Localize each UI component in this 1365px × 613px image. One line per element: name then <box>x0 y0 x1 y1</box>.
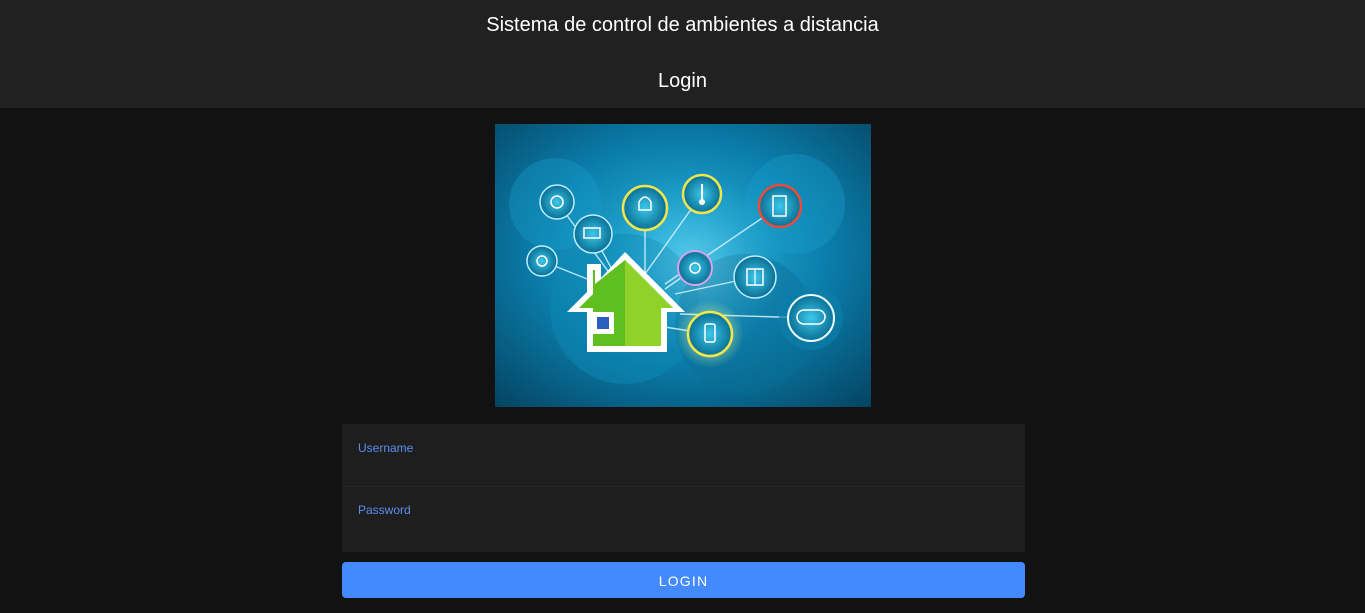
node-window <box>733 255 777 299</box>
login-form: Username Password <box>342 424 1025 552</box>
page-title: Login <box>658 70 707 92</box>
node-bulb <box>621 184 669 232</box>
node-camera <box>573 214 613 254</box>
login-button[interactable]: LOGIN <box>342 562 1025 598</box>
username-input[interactable] <box>358 458 1008 480</box>
node-wifi <box>677 250 713 286</box>
node-thermometer <box>681 173 723 215</box>
node-fan <box>539 184 575 220</box>
username-label: Username <box>358 441 414 455</box>
password-input[interactable] <box>358 520 1008 542</box>
password-field[interactable]: Password <box>342 486 1025 552</box>
app-header: Sistema de control de ambientes a distan… <box>0 0 1365 108</box>
node-gate <box>779 286 843 350</box>
username-field[interactable]: Username <box>342 424 1025 487</box>
node-door <box>757 183 803 229</box>
node-remote <box>676 300 744 368</box>
password-label: Password <box>358 503 411 517</box>
app-title: Sistema de control de ambientes a distan… <box>486 14 879 36</box>
node-speaker <box>526 245 558 277</box>
smart-home-illustration <box>495 124 871 407</box>
